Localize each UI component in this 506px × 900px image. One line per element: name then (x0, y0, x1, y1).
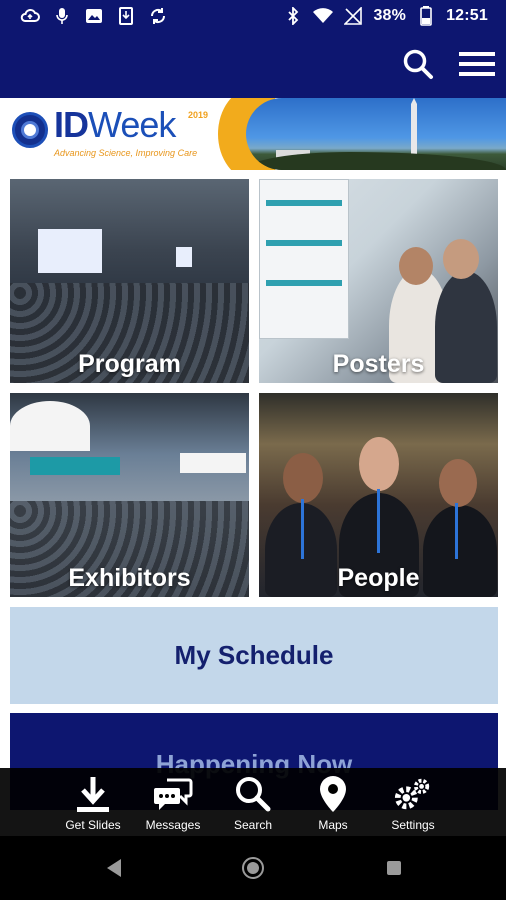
gears-icon (393, 774, 433, 814)
app-header (0, 34, 506, 98)
cloud-upload-icon (20, 6, 40, 26)
clock: 12:51 (446, 7, 488, 24)
poster-board (259, 179, 349, 339)
head-shape (443, 239, 479, 279)
download-icon (73, 774, 113, 814)
tab-label: Get Slides (65, 818, 121, 832)
status-bar: 38% 12:51 (0, 0, 506, 34)
my-schedule-label: My Schedule (174, 640, 334, 670)
hamburger-menu-icon (459, 50, 495, 83)
tab-messages[interactable]: Messages (133, 768, 213, 836)
seal-icon (12, 112, 48, 148)
brand-year: 2019 (188, 110, 209, 120)
recents-button[interactable] (380, 856, 408, 884)
lanyard (377, 489, 380, 553)
recents-icon (386, 860, 402, 881)
projector-screen-small (176, 247, 192, 267)
tab-label: Maps (318, 818, 348, 832)
wifi-icon (313, 6, 334, 26)
idweek-banner: IDWeek 2019 Advancing Science, Improving… (0, 98, 506, 170)
home-button[interactable] (239, 856, 267, 884)
battery-percent: 38% (373, 7, 407, 24)
brand-tagline: Advancing Science, Improving Care (54, 148, 198, 158)
head-shape (439, 459, 477, 507)
projector-screen (38, 229, 102, 273)
home-icon (241, 856, 265, 885)
tile-people[interactable]: People (259, 393, 498, 597)
lanyard (455, 503, 458, 559)
tile-label: Posters (332, 350, 425, 378)
tab-settings[interactable]: Settings (373, 768, 453, 836)
brand-wordmark: IDWeek (54, 104, 176, 145)
search-icon (233, 774, 273, 814)
booth-sign (30, 457, 120, 475)
sync-icon (148, 6, 168, 26)
android-nav-bar (0, 836, 506, 900)
tile-posters[interactable]: Posters (259, 179, 498, 383)
tab-get-slides[interactable]: Get Slides (53, 768, 133, 836)
my-schedule-button[interactable]: My Schedule (10, 607, 498, 704)
microphone-icon (52, 6, 72, 26)
head-shape (399, 247, 433, 285)
search-icon (402, 48, 434, 85)
tile-label: Program (78, 350, 181, 378)
chat-bubbles-icon (153, 774, 193, 814)
menu-button[interactable] (457, 46, 497, 86)
idweek-logo: IDWeek 2019 Advancing Science, Improving… (0, 98, 240, 170)
monument-shape (411, 98, 417, 160)
battery-icon (416, 6, 436, 26)
lanyard (301, 499, 304, 559)
booth-sign (10, 401, 90, 451)
tab-label: Settings (391, 818, 435, 832)
image-icon (84, 6, 104, 26)
search-button[interactable] (398, 46, 438, 86)
bluetooth-icon (283, 6, 303, 26)
back-button[interactable] (100, 856, 128, 884)
tile-label: Exhibitors (68, 564, 191, 592)
tab-maps[interactable]: Maps (293, 768, 373, 836)
back-icon (105, 858, 123, 883)
tile-program[interactable]: Program (10, 179, 249, 383)
booth-sign (180, 453, 246, 473)
tile-exhibitors[interactable]: Exhibitors (10, 393, 249, 597)
head-shape (283, 453, 323, 503)
washington-skyline-image (246, 98, 506, 170)
head-shape (359, 437, 399, 491)
tab-label: Messages (145, 818, 201, 832)
download-icon (116, 6, 136, 26)
no-signal-icon (343, 6, 363, 26)
bottom-tab-bar: Get Slides Messages Search Maps Settings (0, 768, 506, 836)
tab-label: Search (233, 818, 273, 832)
tile-label: People (337, 564, 420, 592)
map-pin-icon (313, 774, 353, 814)
tab-search[interactable]: Search (213, 768, 293, 836)
